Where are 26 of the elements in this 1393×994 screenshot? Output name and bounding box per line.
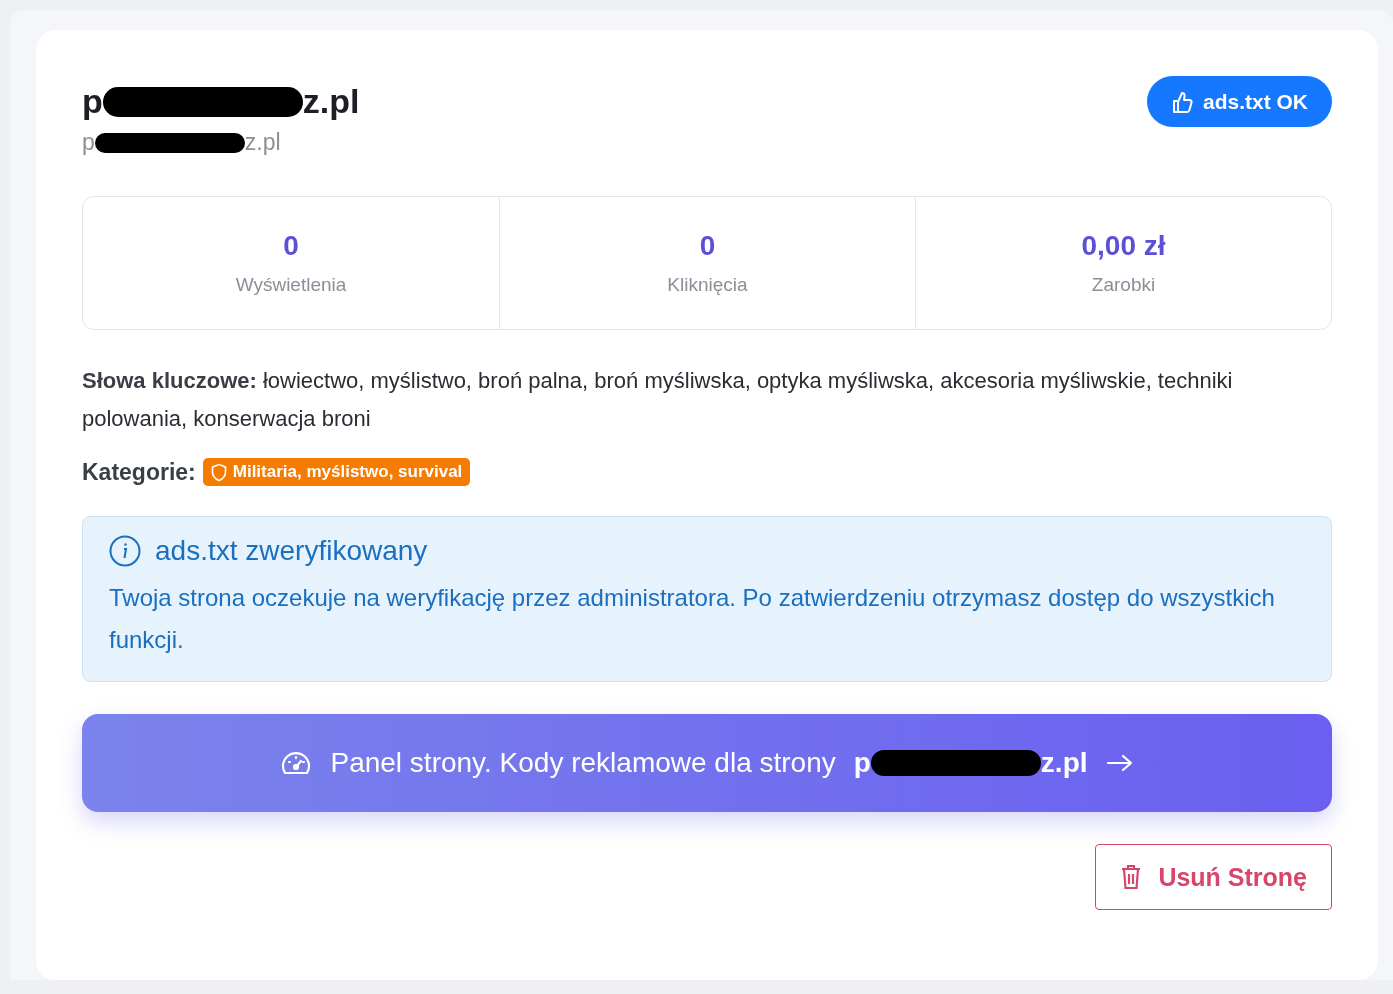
stat-label: Zarobki [1091, 274, 1156, 296]
site-title: z.pl [302, 82, 360, 121]
arrow-right-icon [1105, 753, 1134, 773]
site-title: p [82, 82, 103, 121]
stat-label: Wyświetlenia [235, 274, 347, 296]
notice-title: ads.txt zweryfikowany [155, 535, 428, 567]
gauge-icon [280, 750, 313, 776]
notice-text: Twoja strona oczekuje na weryfikację przez administratora. Po zatwierdzeniu otrzymasz dostęp do wszystkich funkcji. [109, 583, 1276, 655]
site-panel-button[interactable]: Panel strony. Kody reklamowe dla strony p z.pl [82, 714, 1332, 812]
stat-value: 0 [699, 230, 716, 262]
stat-value: 0,00 zł [1081, 230, 1166, 262]
ads-txt-ok-button[interactable]: ads.txt OK [1146, 76, 1332, 127]
site-name: z.pl [1040, 747, 1088, 779]
site-url: z.pl [244, 129, 281, 156]
shield-icon [210, 462, 227, 482]
info-icon [109, 535, 141, 567]
site-url: p [82, 129, 95, 156]
trash-icon [1120, 864, 1143, 890]
category-tag: Militaria, myślistwo, survival [202, 458, 471, 486]
thumbs-up-icon [1170, 89, 1193, 114]
keywords-text: Słowa kluczowe: łowiectwo, myślistwo, broń palna, broń myśliwska, optyka myśliwska, akcesoria myśliwskie, techniki polowania, konserwacja broni [82, 367, 1234, 433]
site-name: p [853, 747, 871, 779]
delete-site-button[interactable]: Usuń Stronę [1095, 844, 1332, 910]
stat-value: 0 [283, 230, 299, 262]
categories-label: Kategorie: [82, 458, 196, 486]
stat-label: Kliknięcia [667, 274, 748, 296]
